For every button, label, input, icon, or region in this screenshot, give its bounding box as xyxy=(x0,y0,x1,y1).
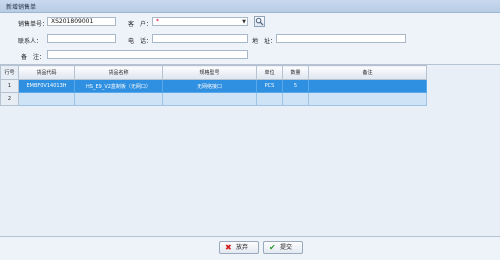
items-table: 行号 货品代码 货品名称 规格型号 单位 数量 备注 1 EMBF0V14013… xyxy=(0,65,427,106)
cell-code[interactable]: EMBF0V14013H xyxy=(18,79,75,93)
order-no-field[interactable]: XS201809001 xyxy=(47,17,116,26)
customer-value: * xyxy=(156,18,159,25)
cancel-button-label: 放弃 xyxy=(236,244,249,251)
phone-label: 电 话： xyxy=(128,38,153,45)
cell-name[interactable] xyxy=(74,92,163,106)
order-no-label: 销售单号： xyxy=(18,21,49,28)
cell-note[interactable] xyxy=(308,92,427,106)
col-header-note[interactable]: 备注 xyxy=(308,65,427,80)
col-header-qty[interactable]: 数量 xyxy=(282,65,309,80)
cell-unit[interactable]: PCS xyxy=(256,79,283,93)
col-header-unit[interactable]: 单位 xyxy=(256,65,283,80)
contact-label: 联系人： xyxy=(18,38,43,45)
cell-name[interactable]: HS_E9_V2盒制板（无网口） xyxy=(74,79,163,93)
submit-button-label: 提交 xyxy=(280,244,293,251)
cell-code[interactable] xyxy=(18,92,75,106)
phone-field[interactable] xyxy=(152,34,248,43)
table-row[interactable]: 1 EMBF0V14013H HS_E9_V2盒制板（无网口） 无网络接口 PC… xyxy=(0,79,427,93)
grid-header: 行号 货品代码 货品名称 规格型号 单位 数量 备注 xyxy=(0,65,427,80)
submit-button[interactable]: ✔ 提交 xyxy=(263,241,303,254)
contact-field[interactable] xyxy=(47,34,116,43)
window-title: 新增销售单 xyxy=(6,4,37,11)
row-number: 1 xyxy=(0,79,19,93)
check-icon: ✔ xyxy=(269,243,276,252)
remark-label: 备 注： xyxy=(21,54,46,61)
cell-qty[interactable] xyxy=(282,92,309,106)
customer-combobox[interactable]: * ▼ xyxy=(152,17,248,26)
customer-lookup-button[interactable] xyxy=(254,16,265,27)
cancel-button[interactable]: ✖ 放弃 xyxy=(219,241,259,254)
address-field[interactable] xyxy=(276,34,406,43)
customer-label: 客 户： xyxy=(128,21,153,28)
cell-spec[interactable] xyxy=(162,92,257,106)
search-icon xyxy=(255,17,264,26)
cell-note[interactable] xyxy=(308,79,427,93)
remark-field[interactable] xyxy=(47,50,248,59)
col-header-spec[interactable]: 规格型号 xyxy=(162,65,257,80)
col-header-rownum[interactable]: 行号 xyxy=(0,65,19,80)
address-label: 地 址： xyxy=(252,38,277,45)
cell-spec[interactable]: 无网络接口 xyxy=(162,79,257,93)
table-row[interactable]: 2 xyxy=(0,92,427,106)
cell-qty[interactable]: 5 xyxy=(282,79,309,93)
row-number: 2 xyxy=(0,92,19,106)
x-icon: ✖ xyxy=(225,243,232,252)
items-grid[interactable]: 行号 货品代码 货品名称 规格型号 单位 数量 备注 1 EMBF0V14013… xyxy=(0,64,500,237)
col-header-name[interactable]: 货品名称 xyxy=(74,65,163,80)
cell-unit[interactable] xyxy=(256,92,283,106)
title-bar: 新增销售单 xyxy=(0,0,500,13)
col-header-code[interactable]: 货品代码 xyxy=(18,65,75,80)
chevron-down-icon[interactable]: ▼ xyxy=(242,18,246,25)
